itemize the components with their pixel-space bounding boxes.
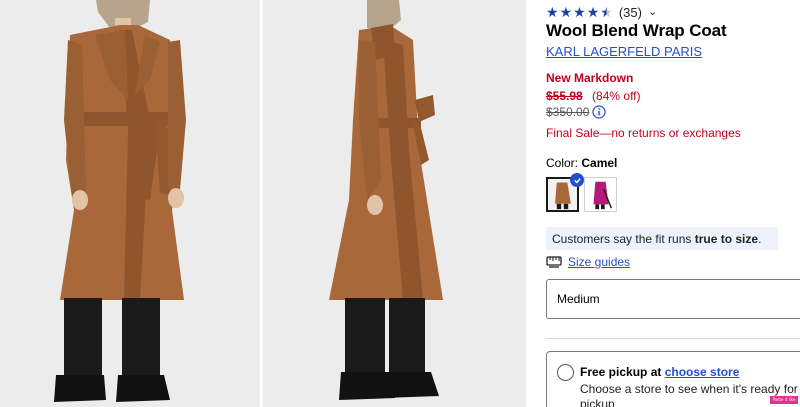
choose-store-link[interactable]: choose store bbox=[665, 365, 740, 379]
star-icon: ★ bbox=[559, 4, 573, 20]
review-count: (35) bbox=[618, 4, 642, 20]
product-image-gallery bbox=[0, 0, 526, 407]
magenta-coat-swatch-icon bbox=[585, 178, 616, 211]
coat-front-photo-icon bbox=[0, 0, 260, 407]
info-icon[interactable] bbox=[592, 105, 606, 119]
star-icon: ★ bbox=[586, 4, 600, 20]
pickup-radio[interactable] bbox=[557, 364, 574, 381]
star-icon: ★ bbox=[573, 4, 586, 20]
sale-price: $55.98 bbox=[546, 89, 583, 103]
sale-price-row: $55.98 (84% off) bbox=[546, 89, 641, 103]
fit-text-suffix: . bbox=[758, 232, 762, 246]
size-guides[interactable]: Size guides bbox=[546, 255, 630, 269]
fit-text-prefix: Customers say the fit runs bbox=[552, 232, 695, 246]
pickup-option-card[interactable]: Free pickup at choose store Choose a sto… bbox=[546, 351, 800, 407]
color-label: Color: Camel bbox=[546, 156, 617, 170]
pickup-title-prefix: Free pickup at bbox=[580, 365, 665, 379]
percent-off: (84% off) bbox=[592, 89, 641, 103]
color-swatch-magenta[interactable] bbox=[584, 177, 617, 212]
product-title: Wool Blend Wrap Coat bbox=[546, 21, 727, 40]
original-price: $350.00 bbox=[546, 105, 590, 119]
product-info-panel: ★ ★ ★ ★ ★ (35) ⌄ Wool Blend Wrap Coat KARL L… bbox=[546, 0, 800, 407]
product-photo-side[interactable] bbox=[263, 0, 526, 407]
brand-link[interactable]: KARL LAGERFELD PARIS bbox=[546, 44, 702, 59]
selected-color-name: Camel bbox=[581, 156, 618, 170]
color-label-prefix: Color: bbox=[546, 156, 579, 170]
ruler-icon bbox=[546, 256, 562, 268]
rating-summary[interactable]: ★ ★ ★ ★ ★ (35) ⌄ bbox=[546, 2, 657, 22]
pickup-title: Free pickup at choose store bbox=[580, 365, 739, 379]
star-icon: ★ bbox=[546, 4, 559, 20]
divider bbox=[546, 338, 800, 339]
fit-text-bold: true to size bbox=[694, 232, 759, 246]
coat-side-photo-icon bbox=[263, 0, 526, 407]
pickup-description: Choose a store to see when it's ready fo… bbox=[580, 382, 798, 407]
paste-it-badge[interactable]: Paste it like bbox=[770, 396, 798, 404]
product-photo-front[interactable] bbox=[0, 0, 260, 407]
fit-banner: Customers say the fit runs true to size. bbox=[546, 227, 778, 250]
selected-check-icon bbox=[570, 173, 584, 187]
size-select[interactable]: Medium bbox=[546, 279, 800, 319]
star-icon: ★ bbox=[600, 4, 613, 20]
original-price-row: $350.00 bbox=[546, 105, 606, 119]
chevron-down-icon: ⌄ bbox=[647, 5, 658, 18]
size-guides-link[interactable]: Size guides bbox=[568, 255, 630, 269]
star-rating: ★ ★ ★ ★ ★ bbox=[546, 5, 613, 19]
final-sale-note: Final Sale—no returns or exchanges bbox=[546, 126, 741, 140]
markdown-label: New Markdown bbox=[546, 71, 634, 85]
